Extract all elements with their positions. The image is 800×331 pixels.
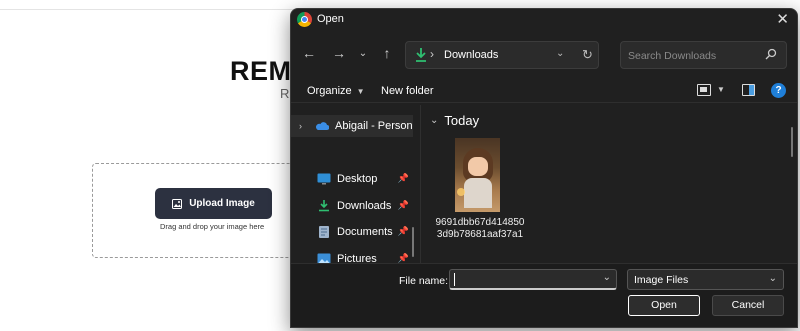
preview-pane-icon[interactable] <box>742 84 755 96</box>
nav-item-onedrive[interactable]: › Abigail - Person <box>291 115 413 137</box>
search-box[interactable]: Search Downloads <box>620 41 787 69</box>
nav-item-documents[interactable]: Documents 📌 <box>291 221 413 243</box>
organize-caret-icon: ▼ <box>356 87 365 96</box>
upload-image-label: Upload Image <box>189 198 255 209</box>
organize-label: Organize <box>307 85 352 97</box>
file-list-pane: ⌄ Today 9691dbb67d4148503d9b78681aaf37a1 <box>422 105 797 263</box>
breadcrumb-separator-icon: › <box>430 47 434 61</box>
download-icon <box>416 48 426 62</box>
dialog-title: Open <box>317 13 344 25</box>
expand-chevron-icon[interactable]: › <box>299 121 313 131</box>
page-header-divider <box>0 0 300 10</box>
pin-icon: 📌 <box>397 200 409 210</box>
file-type-select[interactable]: Image Files ⌄ <box>627 269 784 290</box>
open-button[interactable]: Open <box>628 295 700 316</box>
file-name-field-label: File name: <box>399 275 449 287</box>
view-icon[interactable] <box>697 84 711 96</box>
nav-item-desktop[interactable]: Desktop 📌 <box>291 168 413 190</box>
thumbnail-body <box>464 178 492 208</box>
group-label: Today <box>444 113 480 128</box>
forward-arrow-icon[interactable]: → <box>329 45 349 61</box>
image-icon <box>172 198 183 209</box>
page-subtitle: R <box>280 86 290 101</box>
nav-item-label: Abigail - Person <box>335 120 413 132</box>
view-options-caret-icon[interactable]: ▼ <box>717 85 725 94</box>
nav-item-downloads[interactable]: Downloads 📌 <box>291 195 413 217</box>
search-icon <box>765 48 777 60</box>
file-name-input[interactable]: ⌄ <box>449 269 617 290</box>
cancel-button[interactable]: Cancel <box>712 295 784 316</box>
navigation-scrollbar[interactable] <box>412 227 414 257</box>
group-header-today[interactable]: ⌄ Today <box>430 113 479 128</box>
search-placeholder: Search Downloads <box>628 50 717 62</box>
desktop-icon <box>317 173 331 185</box>
back-arrow-icon[interactable]: ← <box>299 45 319 61</box>
navigation-bar: ← → ⌄ ↑ › Downloads ⌄ ↻ Search Downloads <box>291 37 797 73</box>
refresh-icon[interactable]: ↻ <box>582 47 593 63</box>
close-icon[interactable]: ✕ <box>776 10 789 28</box>
file-type-dropdown-icon: ⌄ <box>768 273 777 284</box>
help-icon[interactable]: ? <box>771 83 786 98</box>
dialog-toolbar: Organize ▼ New folder ▼ ? <box>291 79 797 103</box>
up-arrow-icon[interactable]: ↑ <box>377 45 397 61</box>
download-icon <box>319 200 329 212</box>
collapse-chevron-icon[interactable]: ⌄ <box>430 115 438 126</box>
file-name-label[interactable]: 9691dbb67d4148503d9b78681aaf37a1 <box>433 217 527 241</box>
address-location[interactable]: Downloads <box>444 49 498 61</box>
pin-icon: 📌 <box>397 173 409 183</box>
dialog-titlebar[interactable]: Open ✕ <box>291 9 797 31</box>
page: REM R Upload Image Drag and drop your im… <box>0 0 800 331</box>
file-type-value: Image Files <box>634 274 689 286</box>
dialog-footer: File name: ⌄ Image Files ⌄ Open Cancel <box>291 263 797 327</box>
file-list-scrollbar[interactable] <box>791 127 793 157</box>
chrome-icon <box>297 12 312 27</box>
nav-item-label: Documents <box>337 226 393 238</box>
navigation-pane: › Abigail - Person Desktop 📌 Downloads 📌… <box>291 105 421 265</box>
thumbnail-light <box>457 188 465 196</box>
file-name-dropdown-icon[interactable]: ⌄ <box>603 272 611 283</box>
file-thumbnail[interactable] <box>455 138 500 212</box>
organize-menu[interactable]: Organize ▼ <box>307 85 365 97</box>
thumbnail-face <box>468 157 488 176</box>
recent-locations-chevron-icon[interactable]: ⌄ <box>353 48 373 59</box>
onedrive-icon <box>316 122 329 130</box>
address-bar[interactable]: › Downloads ⌄ ↻ <box>405 41 599 69</box>
drag-drop-hint: Drag and drop your image here <box>160 222 265 231</box>
nav-item-label: Desktop <box>337 173 378 185</box>
pin-icon: 📌 <box>397 226 409 236</box>
nav-item-label: Downloads <box>337 200 392 212</box>
text-caret <box>454 273 455 286</box>
address-history-chevron-icon[interactable]: ⌄ <box>556 48 564 59</box>
page-title: REM <box>230 56 292 86</box>
documents-icon <box>319 226 329 238</box>
open-file-dialog: Open ✕ ← → ⌄ ↑ › Downloads ⌄ ↻ Search Do… <box>290 8 798 328</box>
new-folder-button[interactable]: New folder <box>381 85 434 97</box>
upload-image-button[interactable]: Upload Image <box>155 188 272 219</box>
